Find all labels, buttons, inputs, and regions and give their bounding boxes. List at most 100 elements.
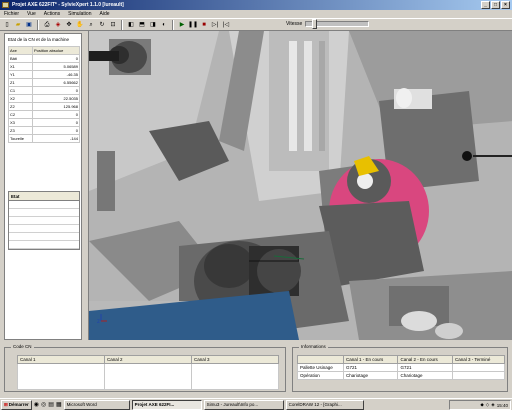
axes-table: Axe Position absolue Bâti 0 X1 5.06589 Y1 -46… xyxy=(8,46,80,143)
quick-launch-icon[interactable]: ▦ xyxy=(56,401,62,408)
speed-slider-thumb[interactable] xyxy=(312,19,318,29)
rewind-icon[interactable]: |◁ xyxy=(221,20,231,30)
stop-icon[interactable]: ■ xyxy=(199,20,209,30)
axis-row[interactable]: C2 0 xyxy=(8,110,80,119)
view-side-icon[interactable]: ◨ xyxy=(148,20,158,30)
axis-row[interactable]: X2 22.5035 xyxy=(8,94,80,103)
axis-name: Z1 xyxy=(8,78,33,87)
close-button[interactable]: × xyxy=(501,1,510,9)
menu-simulation[interactable]: Simulation xyxy=(68,10,91,18)
axis-name: Bâti xyxy=(8,54,33,63)
canal-3-status-header[interactable]: Canal 3 - Terminé xyxy=(451,355,506,364)
simulation-3d-viewport[interactable]: z xyxy=(88,31,512,340)
clock: 15:40 xyxy=(496,402,508,408)
step-icon[interactable]: ▷| xyxy=(210,20,220,30)
fit-icon[interactable]: ⊡ xyxy=(108,20,118,30)
toolbar-separator xyxy=(121,19,123,30)
menu-bar: Fichier Vue Actions Simulation Aide xyxy=(0,10,512,18)
move-icon[interactable]: ✥ xyxy=(64,20,74,30)
code-cn-title: Code CN xyxy=(11,344,34,349)
etat-row xyxy=(9,233,79,241)
canal-2-status-header[interactable]: Canal 2 - En cours xyxy=(397,355,453,364)
save-icon[interactable]: ▣ xyxy=(24,20,34,30)
menu-fichier[interactable]: Fichier xyxy=(4,10,19,18)
info-label: Opération xyxy=(297,371,344,380)
info-row[interactable]: Opération Chariotage Chariotage xyxy=(297,371,506,380)
machine-scene: z xyxy=(89,31,512,340)
etat-row xyxy=(9,209,79,217)
info-row-header xyxy=(297,355,344,364)
axis-row[interactable]: Y1 -46.35 xyxy=(8,70,80,79)
axis-row[interactable]: X3 0 xyxy=(8,118,80,127)
taskbar-task-button[interactable]: Microsoft Word xyxy=(63,399,130,410)
machine-icon[interactable]: ◈ xyxy=(53,20,63,30)
pause-icon[interactable]: ❚❚ xyxy=(188,20,198,30)
axis-row[interactable]: C1 0 xyxy=(8,86,80,95)
tray-icon[interactable]: ◇ xyxy=(486,402,489,408)
axis-position: 0 xyxy=(32,126,80,135)
axis-name: X2 xyxy=(8,94,33,103)
window-title: Projet AXE 622FIT* - SylvieXpert 1.1.0 [… xyxy=(12,2,124,8)
axis-name: C2 xyxy=(8,110,33,119)
menu-vue[interactable]: Vue xyxy=(27,10,36,18)
speed-slider[interactable] xyxy=(305,19,370,29)
view-top-icon[interactable]: ⬒ xyxy=(137,20,147,30)
toolbar-separator xyxy=(37,19,39,30)
menu-aide[interactable]: Aide xyxy=(100,10,110,18)
column-header[interactable]: Position absolue xyxy=(32,46,80,55)
view-front-icon[interactable]: ◧ xyxy=(126,20,136,30)
canal-3-code[interactable] xyxy=(191,363,279,390)
new-file-icon[interactable]: ▯ xyxy=(2,20,12,30)
play-icon[interactable]: ▶ xyxy=(177,20,187,30)
window-controls: _ □ × xyxy=(481,1,510,9)
taskbar-task-button[interactable]: Projet AXE 622FI... xyxy=(131,399,202,410)
canal-2-code[interactable] xyxy=(104,363,192,390)
info-value: Chariotage xyxy=(397,371,453,380)
print-icon[interactable]: ⎙ xyxy=(42,20,52,30)
menu-actions[interactable]: Actions xyxy=(44,10,60,18)
quick-launch-icon[interactable]: ◎ xyxy=(41,401,46,408)
axis-name: Z3 xyxy=(8,126,33,135)
task-buttons: Microsoft Word Projet AXE 622FI... Simu3 -… xyxy=(63,399,364,410)
app-icon xyxy=(2,2,9,8)
start-button[interactable]: ⊞ Démarrer xyxy=(1,399,32,410)
zoom-icon[interactable]: ⌕ xyxy=(86,20,96,30)
axis-row[interactable]: Bâti 0 xyxy=(8,54,80,63)
info-row[interactable]: Pallette Usinage G721 G721 xyxy=(297,363,506,372)
machine-state-panel: Etat de la CN et de la machine Axe Posit… xyxy=(4,33,82,340)
window-titlebar: Projet AXE 622FIT* - SylvieXpert 1.1.0 [… xyxy=(0,0,512,10)
axis-row[interactable]: Z1 6.55662 xyxy=(8,78,80,87)
tray-icon[interactable]: ◈ xyxy=(491,402,494,408)
canal-1-status-header[interactable]: Canal 1 - En cours xyxy=(342,355,399,364)
axis-row[interactable]: Z3 0 xyxy=(8,126,80,135)
canal-3-header[interactable]: Canal 3 xyxy=(191,355,279,364)
taskbar-task-button[interactable]: CorelDRAW 12 - [Graphi... xyxy=(285,399,364,410)
open-folder-icon[interactable]: ▰ xyxy=(13,20,23,30)
axis-name: X3 xyxy=(8,118,33,127)
speed-control: Vitesse xyxy=(286,19,370,29)
shade-icon[interactable]: ◐ xyxy=(159,20,169,30)
info-label: Pallette Usinage xyxy=(297,363,344,372)
maximize-button[interactable]: □ xyxy=(491,1,500,9)
informations-title: Informations xyxy=(299,344,328,349)
column-header[interactable]: Axe xyxy=(8,46,33,55)
canal-1-header[interactable]: Canal 1 xyxy=(17,355,105,364)
axis-row[interactable]: Tourelle -144 xyxy=(8,134,80,143)
rotate-icon[interactable]: ↻ xyxy=(97,20,107,30)
minimize-button[interactable]: _ xyxy=(481,1,490,9)
axis-row[interactable]: X1 5.06589 xyxy=(8,62,80,71)
axis-position: 0 xyxy=(32,54,80,63)
axis-name: X1 xyxy=(8,62,33,71)
pan-icon[interactable]: ✋ xyxy=(75,20,85,30)
axis-row[interactable]: Z2 125.968 xyxy=(8,102,80,111)
taskbar-task-button[interactable]: Simu3 - Jureault\Info po... xyxy=(203,399,284,410)
axis-name: Tourelle xyxy=(8,134,33,143)
tray-icon[interactable]: ◆ xyxy=(480,402,483,408)
etat-row xyxy=(9,225,79,233)
toolbar-separator xyxy=(172,19,174,30)
code-cn-table: Canal 1 Canal 2 Canal 3 xyxy=(17,355,279,390)
canal-2-header[interactable]: Canal 2 xyxy=(104,355,192,364)
canal-1-code[interactable] xyxy=(17,363,105,390)
quick-launch-icon[interactable]: ◉ xyxy=(34,401,39,408)
quick-launch-icon[interactable]: ▤ xyxy=(48,401,54,408)
